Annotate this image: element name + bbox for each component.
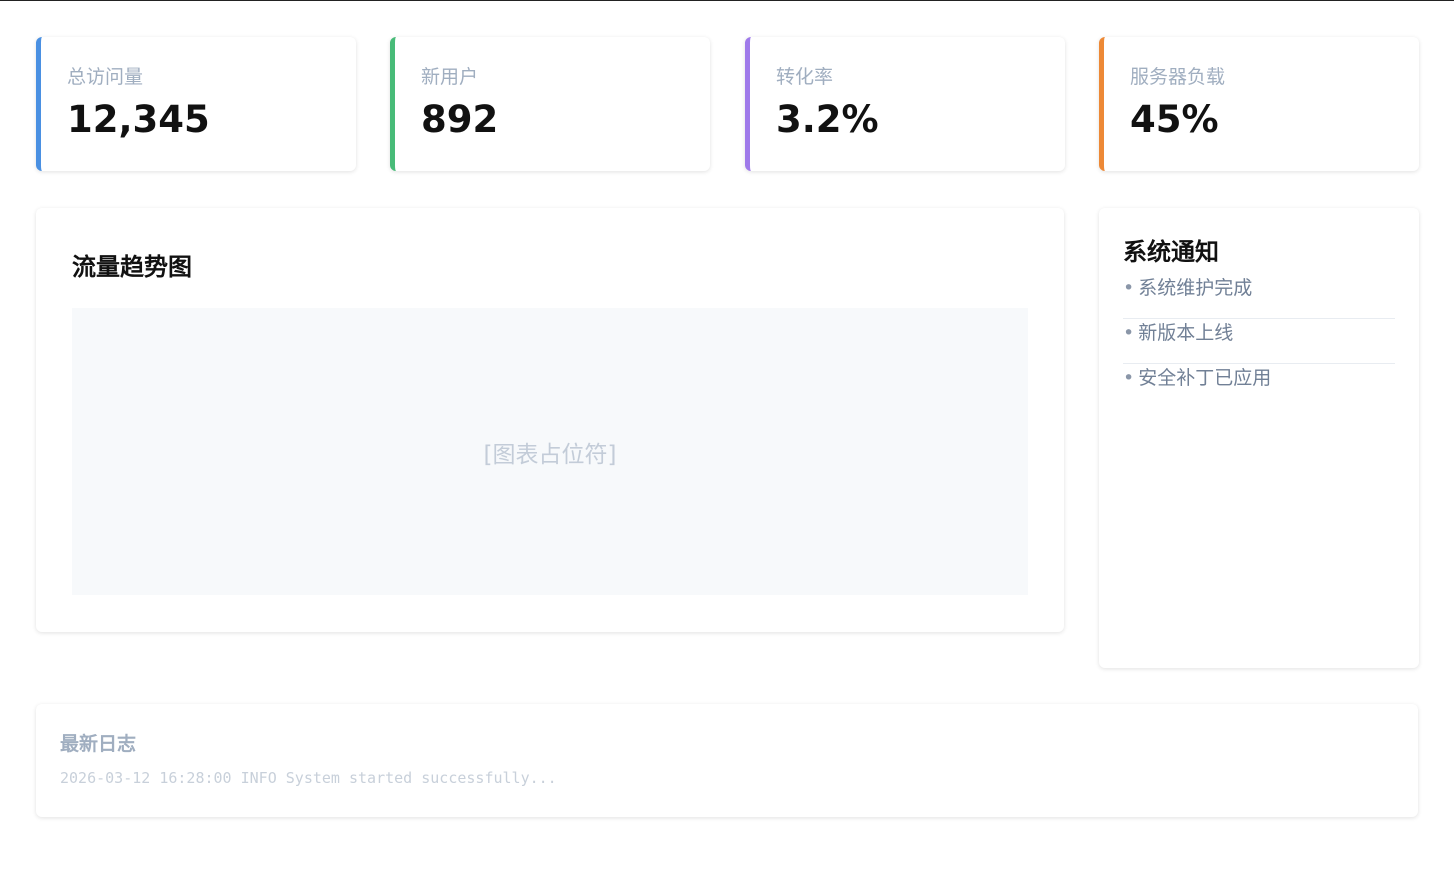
notice-item[interactable]: • 安全补丁已应用 — [1123, 353, 1395, 409]
stat-label: 服务器负载 — [1130, 66, 1226, 88]
traffic-chart-card: 流量趋势图 [图表占位符] — [36, 208, 1064, 632]
stat-card-total-visits: 总访问量 12,345 — [36, 37, 356, 171]
stat-label: 新用户 — [421, 66, 479, 88]
system-notice-card: 系统通知 • 系统维护完成 • 新版本上线 • 安全补丁已应用 — [1099, 208, 1419, 668]
stat-card-new-users: 新用户 892 — [390, 37, 710, 171]
bullet-icon: • — [1123, 367, 1135, 389]
stat-value: 3.2% — [776, 98, 879, 141]
chart-placeholder: [图表占位符] — [72, 308, 1028, 595]
stat-label: 总访问量 — [67, 66, 144, 88]
log-line: 2026-03-12 16:28:00 INFO System started … — [60, 769, 557, 787]
bullet-icon: • — [1123, 322, 1135, 344]
stat-value: 12,345 — [67, 98, 210, 141]
stat-value: 45% — [1130, 98, 1219, 141]
notice-text: 新版本上线 — [1138, 322, 1234, 344]
notice-text: 系统维护完成 — [1138, 277, 1253, 299]
stat-card-server-load: 服务器负载 45% — [1099, 37, 1419, 171]
stat-card-conversion-rate: 转化率 3.2% — [745, 37, 1065, 171]
chart-title: 流量趋势图 — [72, 253, 192, 281]
notice-text: 安全补丁已应用 — [1138, 367, 1272, 389]
bullet-icon: • — [1123, 277, 1135, 299]
stat-value: 892 — [421, 98, 499, 141]
log-title: 最新日志 — [60, 733, 137, 755]
latest-log-card: 最新日志 2026-03-12 16:28:00 INFO System sta… — [36, 704, 1418, 817]
stat-label: 转化率 — [776, 66, 834, 88]
